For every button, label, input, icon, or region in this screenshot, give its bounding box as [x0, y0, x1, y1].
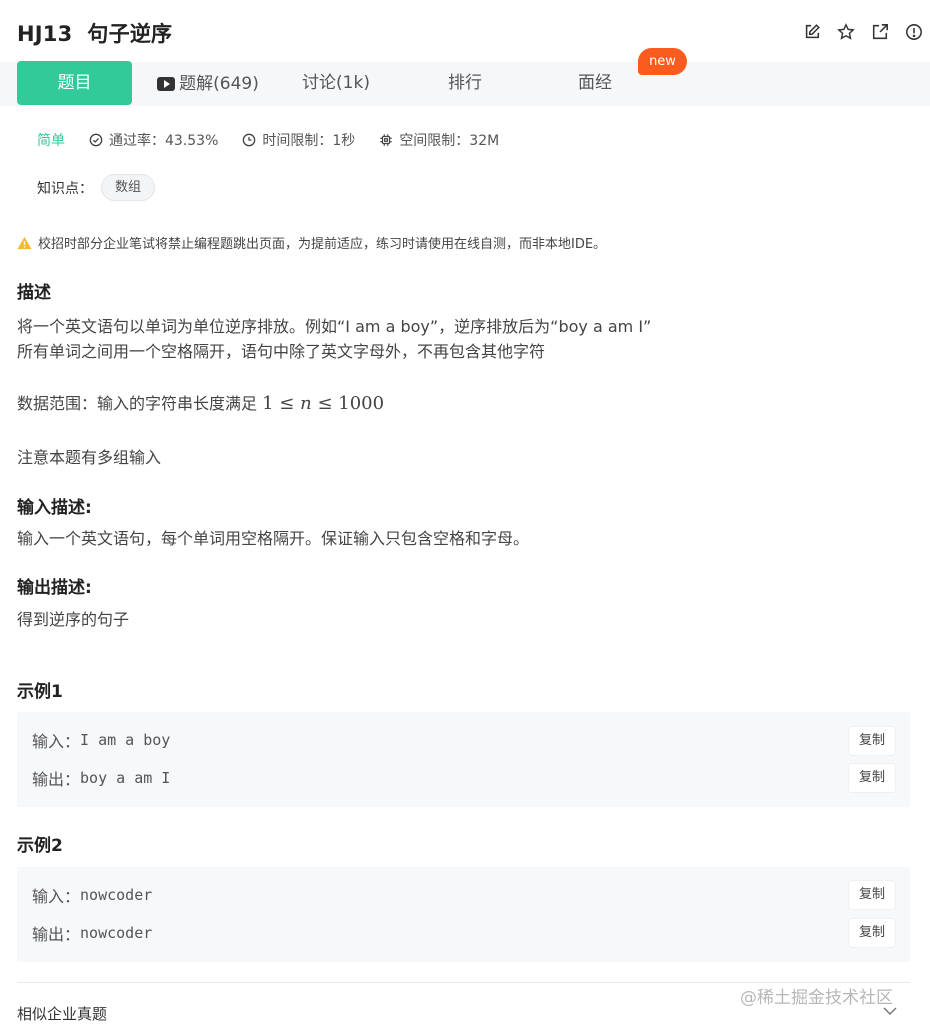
notice-text: 校招时部分企业笔试将禁止编程题跳出页面，为提前适应，练习时请使用在线自测，而非本… — [38, 237, 607, 252]
example1-title: 示例1 — [17, 682, 63, 702]
output-desc-title: 输出描述: — [17, 578, 92, 598]
tab-solutions-label: 题解(649) — [179, 74, 259, 94]
tab-solutions[interactable]: 题解(649) — [148, 62, 268, 106]
input-desc-title: 输入描述: — [17, 498, 92, 518]
edit-icon[interactable] — [802, 22, 822, 42]
example2-input-row: 输入： nowcoder — [32, 882, 152, 908]
example1-box: 输入： I am a boy 复制 输出： boy a am I 复制 — [17, 712, 910, 807]
example2-input-label: 输入： — [32, 887, 81, 906]
example1-input-row: 输入： I am a boy — [32, 727, 170, 753]
time-limit: 时间限制：1秒 — [242, 130, 355, 150]
tab-rank[interactable]: 排行 — [430, 62, 500, 106]
similar-questions-title[interactable]: 相似企业真题 — [17, 1003, 107, 1024]
copy-input-button[interactable]: 复制 — [849, 881, 895, 909]
tab-discuss[interactable]: 讨论(1k) — [290, 62, 382, 106]
watermark: @稀土掘金技术社区 — [740, 988, 893, 1008]
new-badge: new — [638, 48, 687, 75]
data-range-math: 1 ≤ n ≤ 1000 — [262, 393, 384, 414]
warning-icon — [17, 236, 32, 249]
tab-interview[interactable]: 面经 — [560, 62, 630, 106]
clock-icon — [243, 133, 256, 147]
example1-output-value: boy a am I — [80, 769, 171, 787]
pass-rate-text: 通过率：43.53% — [109, 133, 219, 149]
report-icon[interactable] — [904, 22, 924, 42]
range-max: 1000 — [338, 393, 385, 414]
time-limit-text: 时间限制：1秒 — [262, 133, 356, 149]
data-range: 数据范围：输入的字符串长度满足 1 ≤ n ≤ 1000 — [17, 390, 384, 417]
range-le-2: ≤ — [317, 393, 333, 414]
difficulty-label: 简单 — [37, 133, 65, 149]
tag-array[interactable]: 数组 — [101, 174, 156, 201]
example1-input-value: I am a boy — [80, 731, 171, 749]
data-range-prefix: 数据范围：输入的字符串长度满足 — [17, 394, 263, 413]
exam-notice: 校招时部分企业笔试将禁止编程题跳出页面，为提前适应，练习时请使用在线自测，而非本… — [17, 233, 606, 252]
external-link-icon[interactable] — [870, 22, 890, 42]
header-actions — [802, 22, 924, 42]
star-icon[interactable] — [836, 22, 856, 42]
problem-meta: 简单 通过率：43.53% 时间限制：1秒 空间限制：32M — [37, 130, 523, 150]
page-title: HJ13 句子逆序 — [17, 22, 173, 46]
description-line2: 所有单词之间用一个空格隔开，语句中除了英文字母外，不再包含其他字符 — [17, 342, 546, 361]
output-desc-text: 得到逆序的句子 — [17, 610, 130, 629]
problem-header: HJ13 句子逆序 — [0, 0, 930, 62]
example1-input-label: 输入： — [32, 732, 81, 751]
range-le-1: ≤ — [279, 393, 295, 414]
tab-problem[interactable]: 题目 — [17, 61, 132, 105]
range-min: 1 — [262, 393, 274, 414]
example2-box: 输入： nowcoder 复制 输出： nowcoder 复制 — [17, 867, 910, 962]
example1-output-row: 输出： boy a am I — [32, 765, 170, 791]
example2-output-value: nowcoder — [80, 924, 153, 942]
knowledge-tags: 知识点： 数组 — [37, 174, 156, 201]
copy-output-button[interactable]: 复制 — [849, 764, 895, 792]
memory-limit-text: 空间限制：32M — [399, 133, 500, 149]
description-line1: 将一个英文语句以单词为单位逆序排放。例如“I am a boy”，逆序排放后为“… — [17, 317, 652, 336]
chip-icon — [380, 134, 392, 146]
example1-output-label: 输出： — [32, 770, 81, 789]
check-circle-icon — [89, 133, 103, 147]
input-desc-text: 输入一个英文语句，每个单词用空格隔开。保证输入只包含空格和字母。 — [17, 529, 530, 548]
example2-output-row: 输出： nowcoder — [32, 920, 152, 946]
copy-input-button[interactable]: 复制 — [849, 727, 895, 755]
range-var: n — [300, 393, 312, 414]
video-play-icon — [157, 77, 176, 91]
memory-limit: 空间限制：32M — [379, 130, 499, 150]
description-title: 描述 — [17, 283, 51, 303]
copy-output-button[interactable]: 复制 — [849, 919, 895, 947]
pass-rate: 通过率：43.53% — [89, 130, 218, 150]
example2-output-label: 输出： — [32, 925, 81, 944]
multi-input-note: 注意本题有多组输入 — [17, 448, 162, 467]
example2-input-value: nowcoder — [80, 886, 153, 904]
tags-label: 知识点： — [37, 180, 93, 197]
example2-title: 示例2 — [17, 836, 63, 856]
problem-tabs: 题目 题解(649) 讨论(1k) 排行 面经 — [0, 61, 930, 106]
